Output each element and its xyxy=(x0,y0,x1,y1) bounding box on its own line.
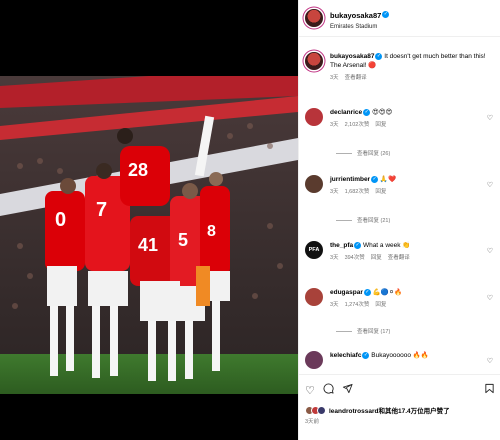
comment-body: the_pfa ✓ What a week 👏 3天 394次赞 回复 查看翻译 xyxy=(330,241,495,261)
comment-time: 3天 xyxy=(330,302,339,308)
paper-plane-icon[interactable] xyxy=(342,383,353,397)
post-location[interactable]: Emirates Stadium xyxy=(330,24,389,31)
svg-text:0: 0 xyxy=(55,209,66,231)
caption-username[interactable]: bukayosaka87 xyxy=(330,53,374,60)
comment-line: the_pfa ✓ What a week 👏 xyxy=(330,241,495,250)
comment-item: PFA the_pfa ✓ What a week 👏 3天 394次赞 回复 查看翻译… xyxy=(299,241,500,261)
verified-badge-icon: ✓ xyxy=(362,351,370,359)
avatar[interactable] xyxy=(305,351,323,369)
header-text: bukayosaka87 ✓ Emirates Stadium xyxy=(330,5,390,31)
heart-outline-icon[interactable]: ♡ xyxy=(487,114,493,122)
verified-badge-icon: ✓ xyxy=(375,52,383,60)
view-replies[interactable]: 查看回复 (26) xyxy=(336,149,390,157)
comment-line: kelechiafc ✓ Bukayoooooo 🔥🔥 xyxy=(330,351,495,360)
svg-text:28: 28 xyxy=(128,160,148,180)
comment-body: jurrientimber ✓ 🙏❤️ 3天 1,682次赞 回复 xyxy=(330,175,495,195)
header-username-row: bukayosaka87 ✓ xyxy=(330,5,390,23)
heart-outline-icon[interactable]: ♡ xyxy=(487,294,493,302)
comment-likes[interactable]: 394次赞 xyxy=(345,255,365,261)
avatar[interactable] xyxy=(305,175,323,193)
comment-username[interactable]: jurrientimber xyxy=(330,176,370,183)
comment-item: edugaspar ✓ 💪🔵⚪🔥 3天 1,274次赞 回复 ♡ xyxy=(299,288,500,308)
bookmark-icon[interactable] xyxy=(484,383,495,397)
comments-panel: bukayosaka87 ✓ Emirates Stadium bukayosak… xyxy=(298,0,500,440)
comment-time: 3天 xyxy=(330,255,339,261)
comment-likes[interactable]: 1,274次赞 xyxy=(345,302,370,308)
comment-username[interactable]: edugaspar xyxy=(330,289,363,296)
likes-row: leandrotrossard和其他17.4万位用户赞了 xyxy=(299,405,500,415)
heart-outline-icon[interactable]: ♡ xyxy=(305,384,315,397)
comment-reply[interactable]: 回复 xyxy=(375,122,386,128)
post-modal: 0 7 28 41 5 8 bukayosaka87 ✓ Emirates Sta… xyxy=(0,0,500,440)
verified-badge-icon: ✓ xyxy=(371,175,379,183)
svg-text:8: 8 xyxy=(207,223,216,240)
celebration-photo: 0 7 28 41 5 8 xyxy=(0,76,298,394)
caption: bukayosaka87 ✓ It doesn't get much better… xyxy=(299,52,500,81)
caption-time: 3天 xyxy=(330,75,339,81)
comment-item: declanrice ✓ 😍😍😍 3天 2,102次赞 回复 ♡ xyxy=(299,108,500,128)
caption-translate[interactable]: 查看翻译 xyxy=(345,75,367,81)
caption-meta: 3天 查看翻译 xyxy=(330,73,495,81)
post-photo[interactable]: 0 7 28 41 5 8 xyxy=(0,76,298,394)
verified-badge-icon: ✓ xyxy=(382,10,390,18)
verified-badge-icon: ✓ xyxy=(354,241,362,249)
comment-text: 😍😍😍 xyxy=(371,109,393,116)
comment-reply[interactable]: 回复 xyxy=(375,302,386,308)
caption-line: bukayosaka87 ✓ It doesn't get much better… xyxy=(330,52,495,70)
avatar[interactable] xyxy=(305,108,323,126)
post-time[interactable]: 3天前 xyxy=(299,415,500,427)
comment-meta: 3天 1,682次赞 回复 xyxy=(330,187,495,195)
avatar[interactable] xyxy=(305,288,323,306)
verified-badge-icon: ✓ xyxy=(363,108,371,116)
comment-bubble-icon[interactable] xyxy=(323,383,334,397)
view-replies[interactable]: 查看回复 (17) xyxy=(336,327,390,335)
avatar[interactable] xyxy=(317,405,326,415)
svg-text:41: 41 xyxy=(138,235,158,255)
heart-outline-icon[interactable]: ♡ xyxy=(487,247,493,255)
comment-meta: 3天 1,274次赞 回复 xyxy=(330,300,495,308)
comment-line: jurrientimber ✓ 🙏❤️ xyxy=(330,175,495,184)
comment-item: kelechiafc ✓ Bukayoooooo 🔥🔥 ♡ xyxy=(299,351,500,369)
comment-time: 3天 xyxy=(330,189,339,195)
comment-line: declanrice ✓ 😍😍😍 xyxy=(330,108,495,117)
post-username[interactable]: bukayosaka87 xyxy=(330,11,381,21)
verified-badge-icon: ✓ xyxy=(363,288,371,296)
comment-text: What a week 👏 xyxy=(362,242,411,249)
post-media: 0 7 28 41 5 8 xyxy=(0,0,298,440)
comment-reply[interactable]: 回复 xyxy=(371,255,382,261)
comment-line: edugaspar ✓ 💪🔵⚪🔥 xyxy=(330,288,495,297)
comment-item: jurrientimber ✓ 🙏❤️ 3天 1,682次赞 回复 ♡ xyxy=(299,175,500,195)
post-footer: ♡ leandrotrossard和其他17.4万位用户赞了 3天前 xyxy=(299,374,500,427)
comment-meta: 3天 394次赞 回复 查看翻译 xyxy=(330,253,495,261)
comment-text: 💪🔵⚪🔥 xyxy=(372,289,403,296)
avatar[interactable] xyxy=(305,9,323,27)
svg-text:7: 7 xyxy=(96,199,107,221)
comment-text: Bukayoooooo 🔥🔥 xyxy=(371,352,429,359)
comments-list[interactable]: bukayosaka87 ✓ It doesn't get much better… xyxy=(299,38,500,373)
heart-outline-icon[interactable]: ♡ xyxy=(487,181,493,189)
avatar[interactable] xyxy=(305,52,323,70)
comment-reply[interactable]: 回复 xyxy=(375,189,386,195)
comment-username[interactable]: the_pfa xyxy=(330,242,353,249)
action-bar: ♡ xyxy=(299,375,500,405)
comment-likes[interactable]: 2,102次赞 xyxy=(345,122,370,128)
comment-time: 3天 xyxy=(330,122,339,128)
caption-body: bukayosaka87 ✓ It doesn't get much better… xyxy=(330,52,495,81)
comment-likes[interactable]: 1,682次赞 xyxy=(345,189,370,195)
comment-translate[interactable]: 查看翻译 xyxy=(388,255,410,261)
pfa-logo-avatar[interactable]: PFA xyxy=(305,241,323,259)
comment-body: declanrice ✓ 😍😍😍 3天 2,102次赞 回复 xyxy=(330,108,495,128)
comment-username[interactable]: declanrice xyxy=(330,109,362,116)
comment-meta: 3天 2,102次赞 回复 xyxy=(330,120,495,128)
post-header: bukayosaka87 ✓ Emirates Stadium xyxy=(299,0,500,37)
comment-username[interactable]: kelechiafc xyxy=(330,352,361,359)
comment-body: edugaspar ✓ 💪🔵⚪🔥 3天 1,274次赞 回复 xyxy=(330,288,495,308)
view-replies[interactable]: 查看回复 (21) xyxy=(336,216,390,224)
heart-outline-icon[interactable]: ♡ xyxy=(487,357,493,365)
likes-text[interactable]: leandrotrossard和其他17.4万位用户赞了 xyxy=(329,405,450,415)
comment-body: kelechiafc ✓ Bukayoooooo 🔥🔥 xyxy=(330,351,495,369)
svg-text:5: 5 xyxy=(178,230,188,250)
comment-text: 🙏❤️ xyxy=(379,176,397,183)
